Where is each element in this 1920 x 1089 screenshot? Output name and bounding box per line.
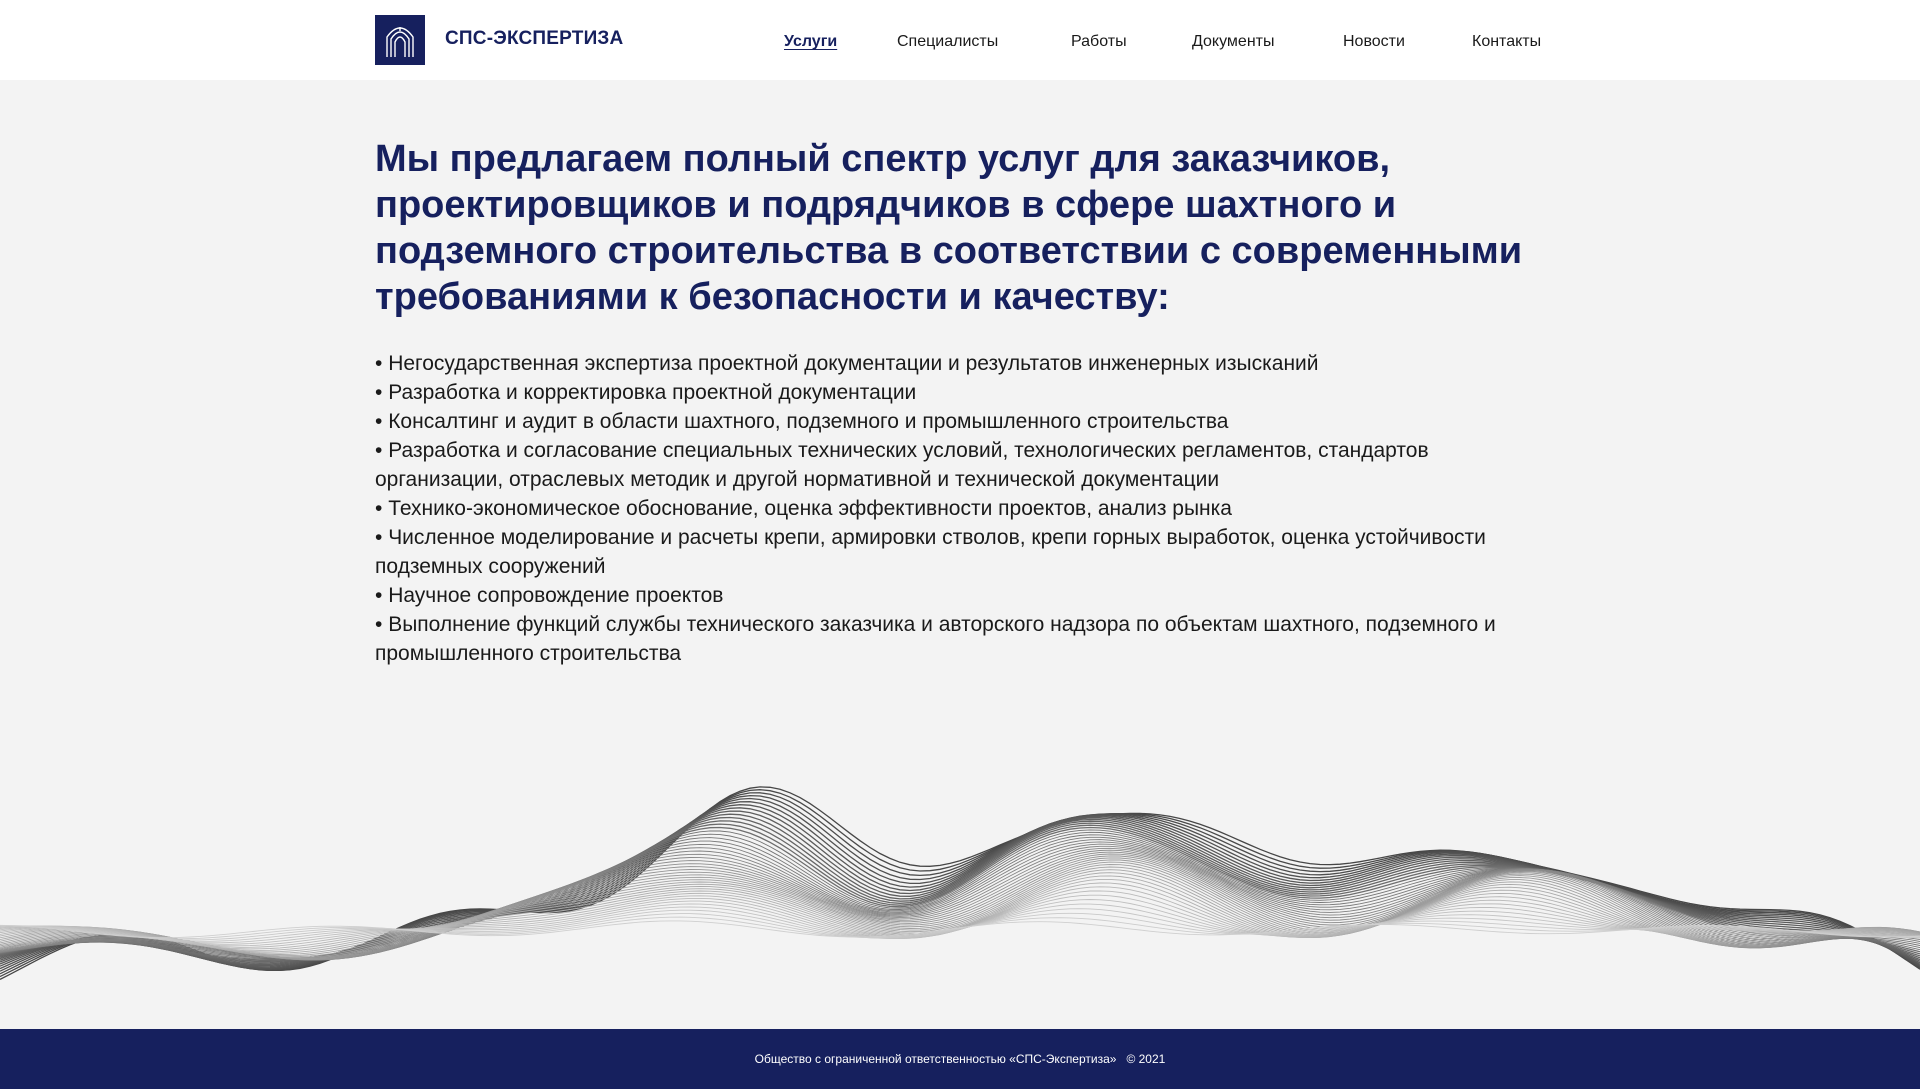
nav-item-services[interactable]: Услуги xyxy=(784,33,837,51)
mountain-waves-decoration xyxy=(0,786,1920,980)
nav-item-works[interactable]: Работы xyxy=(1071,33,1127,51)
service-item: Консалтинг и аудит в области шахтного, п… xyxy=(375,407,1505,436)
main-nav: Услуги Специалисты Работы Документы Ново… xyxy=(0,33,1920,57)
service-item: Численное моделирование и расчеты крепи,… xyxy=(375,523,1505,581)
service-item: Разработка и согласование специальных те… xyxy=(375,436,1505,494)
footer-copyright: © 2021 xyxy=(1126,1052,1166,1066)
footer-company: Общество с ограниченной ответственностью… xyxy=(754,1052,1117,1066)
service-item: Технико-экономическое обоснование, оценк… xyxy=(375,494,1505,523)
nav-item-documents[interactable]: Документы xyxy=(1192,33,1274,51)
service-item: Научное сопровождение проектов xyxy=(375,581,1505,610)
nav-item-contacts[interactable]: Контакты xyxy=(1472,33,1541,51)
service-item: Разработка и корректировка проектной док… xyxy=(375,378,1505,407)
page-headline: Мы предлагаем полный спектр услуг для за… xyxy=(375,138,1523,318)
service-item: Выполнение функций службы технического з… xyxy=(375,610,1505,668)
site-footer: Общество с ограниченной ответственностью… xyxy=(0,1029,1920,1089)
services-list: Негосударственная экспертиза проектной д… xyxy=(375,349,1505,668)
service-item: Негосударственная экспертиза проектной д… xyxy=(375,349,1505,378)
wave-line xyxy=(0,903,1920,944)
nav-item-specialists[interactable]: Специалисты xyxy=(897,33,998,51)
nav-item-news[interactable]: Новости xyxy=(1343,33,1405,51)
site-header: СПС-ЭКСПЕРТИЗА Услуги Специалисты Работы… xyxy=(0,0,1920,80)
